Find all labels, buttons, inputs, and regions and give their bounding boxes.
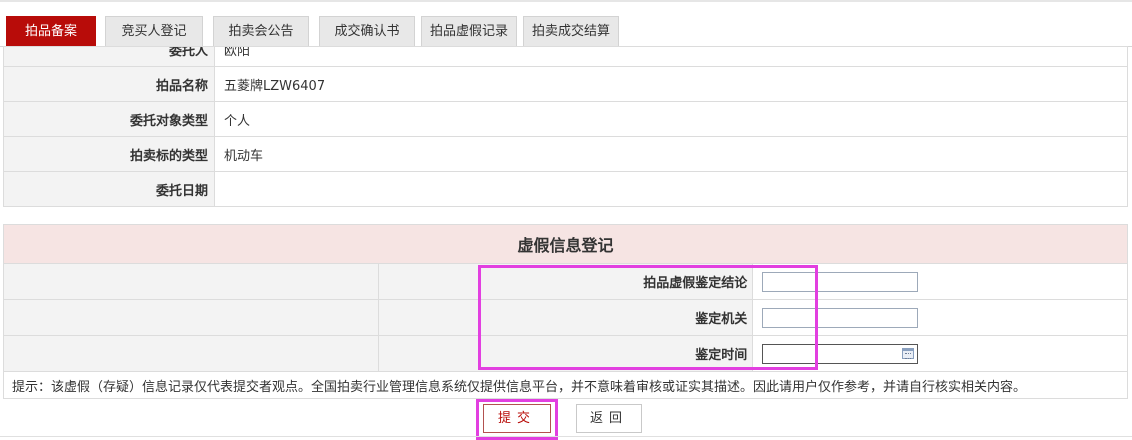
bottom-divider: [0, 436, 1132, 437]
authority-input[interactable]: [762, 307, 919, 328]
info-row-consignor-type: 委托对象类型 个人: [3, 101, 1128, 137]
calendar-icon[interactable]: [902, 347, 915, 359]
authority-cell: [752, 299, 1128, 336]
consignor-value: 欧阳: [214, 46, 1128, 67]
form-row-conclusion: 拍品虚假鉴定结论: [3, 263, 1128, 300]
tip-row: 提示：该虚假（存疑）信息记录仅代表提交者观点。全国拍卖行业管理信息系统仅提供信息…: [3, 371, 1128, 399]
form-row-date: 鉴定时间: [3, 335, 1128, 372]
tab-auction-item-record[interactable]: 拍品备案: [6, 16, 96, 46]
false-info-section: 虚假信息登记 拍品虚假鉴定结论 鉴定机关 鉴定时间 提示：该虚假（存疑）信息记录…: [3, 224, 1128, 399]
tab-false-record[interactable]: 拍品虚假记录: [421, 16, 517, 46]
row-spacer: [3, 299, 379, 336]
submit-button[interactable]: 提交: [483, 404, 551, 433]
item-name-label: 拍品名称: [3, 66, 215, 102]
back-button[interactable]: 返回: [576, 404, 642, 433]
tab-bidder-registration[interactable]: 竞买人登记: [105, 16, 203, 46]
consignor-type-value: 个人: [214, 101, 1128, 137]
item-info-table: 委托人 欧阳 拍品名称 五菱牌LZW6407 委托对象类型 个人 拍卖标的类型 …: [3, 46, 1128, 207]
form-row-authority: 鉴定机关: [3, 299, 1128, 336]
date-picker: [762, 343, 919, 364]
appraisal-date-input[interactable]: [762, 343, 919, 364]
appraisal-date-label: 鉴定时间: [377, 335, 754, 372]
row-spacer: [3, 335, 379, 372]
tab-auction-announcement[interactable]: 拍卖会公告: [213, 16, 309, 46]
disclaimer-tip: 提示：该虚假（存疑）信息记录仅代表提交者观点。全国拍卖行业管理信息系统仅提供信息…: [3, 371, 1128, 399]
item-name-value: 五菱牌LZW6407: [214, 66, 1128, 102]
conclusion-cell: [752, 263, 1128, 300]
info-row-consignor: 委托人 欧阳: [3, 46, 1128, 67]
conclusion-label: 拍品虚假鉴定结论: [377, 263, 754, 300]
row-spacer: [3, 263, 379, 300]
info-row-item-name: 拍品名称 五菱牌LZW6407: [3, 66, 1128, 102]
consign-date-label: 委托日期: [3, 171, 215, 207]
conclusion-input[interactable]: [762, 271, 919, 292]
authority-label: 鉴定机关: [377, 299, 754, 336]
consignor-label: 委托人: [3, 46, 215, 67]
appraisal-date-cell: [752, 335, 1128, 372]
tab-transaction-confirmation[interactable]: 成交确认书: [319, 16, 415, 46]
subject-type-label: 拍卖标的类型: [3, 136, 215, 172]
section-title: 虚假信息登记: [3, 224, 1128, 264]
consign-date-value: [214, 171, 1128, 207]
info-row-subject-type: 拍卖标的类型 机动车: [3, 136, 1128, 172]
tab-settlement[interactable]: 拍卖成交结算: [523, 16, 619, 46]
top-divider: [0, 0, 1132, 2]
section-header: 虚假信息登记: [3, 224, 1128, 264]
subject-type-value: 机动车: [214, 136, 1128, 172]
info-row-consign-date: 委托日期: [3, 171, 1128, 207]
consignor-type-label: 委托对象类型: [3, 101, 215, 137]
